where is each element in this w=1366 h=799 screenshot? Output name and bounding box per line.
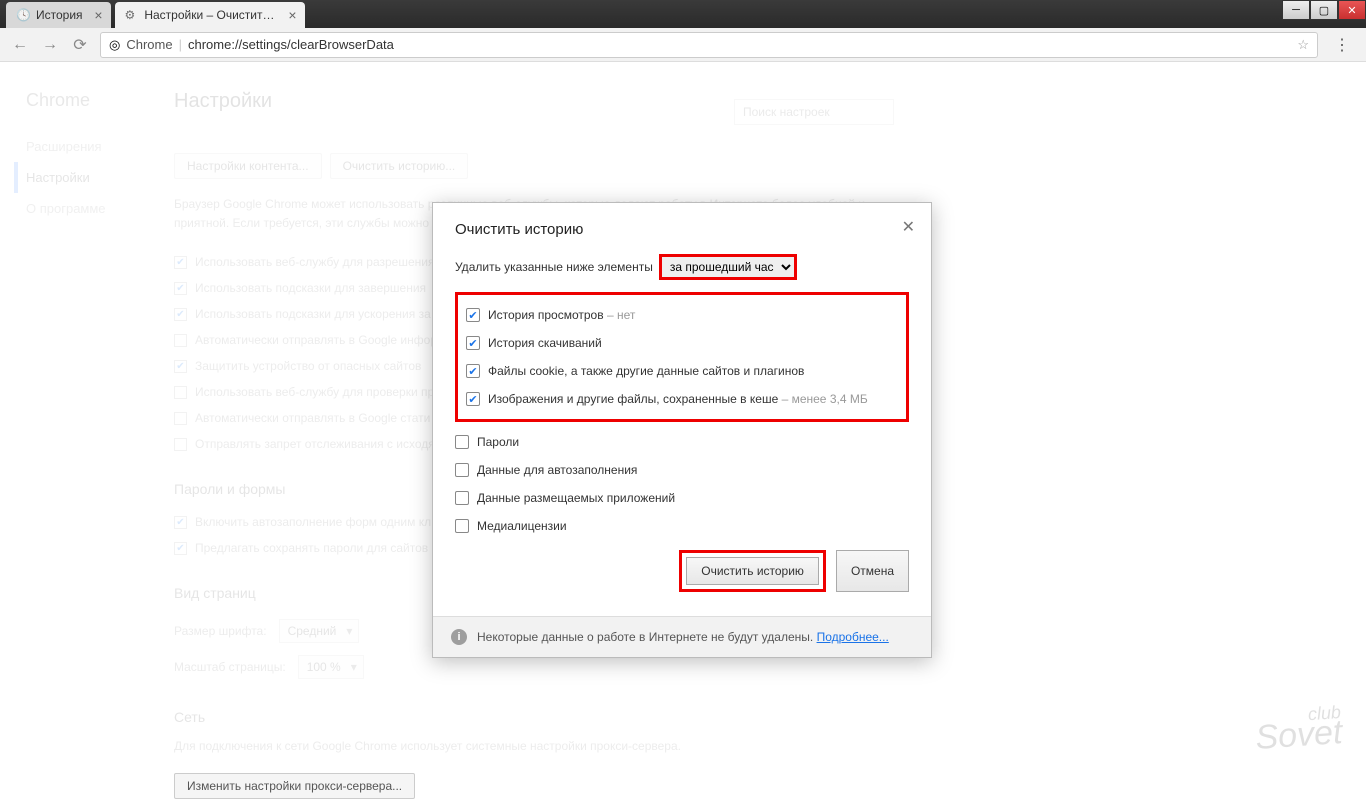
highlighted-checked-group: История просмотров – нет История скачиван… bbox=[455, 292, 909, 422]
tab-history[interactable]: 🕓 История × bbox=[6, 2, 111, 28]
close-tab-icon[interactable]: × bbox=[94, 7, 102, 23]
minimize-button[interactable]: ─ bbox=[1282, 0, 1310, 20]
close-window-button[interactable]: ✕ bbox=[1338, 0, 1366, 20]
checkbox-icon bbox=[466, 336, 480, 350]
clear-history-dialog: ✕ Очистить историю Удалить указанные ниж… bbox=[432, 202, 932, 658]
maximize-button[interactable]: ▢ bbox=[1310, 0, 1338, 20]
bookmark-star-icon[interactable]: ☆ bbox=[1297, 37, 1309, 53]
time-range-select[interactable]: за прошедший час bbox=[661, 256, 795, 278]
clear-data-checkbox-row[interactable]: История просмотров – нет bbox=[466, 301, 898, 329]
dialog-prompt: Удалить указанные ниже элементы bbox=[455, 260, 653, 274]
chrome-icon: ◎ bbox=[109, 37, 120, 53]
tab-title: Настройки – Очистить и bbox=[144, 8, 276, 22]
checkbox-icon bbox=[455, 463, 469, 477]
checkbox-icon bbox=[455, 435, 469, 449]
clear-data-checkbox-row[interactable]: Медиалицензии bbox=[455, 512, 909, 540]
footer-learn-more-link[interactable]: Подробнее... bbox=[817, 630, 889, 644]
dialog-title: Очистить историю bbox=[455, 221, 909, 238]
cancel-button[interactable]: Отмена bbox=[836, 550, 909, 592]
window-controls: ─ ▢ ✕ bbox=[1282, 0, 1366, 20]
clear-history-confirm-button[interactable]: Очистить историю bbox=[686, 557, 819, 585]
checkbox-label: Данные размещаемых приложений bbox=[477, 491, 675, 505]
clear-data-checkbox-row[interactable]: Данные для автозаполнения bbox=[455, 456, 909, 484]
clear-data-checkbox-row[interactable]: Данные размещаемых приложений bbox=[455, 484, 909, 512]
checkbox-icon bbox=[455, 519, 469, 533]
clear-data-checkbox-row[interactable]: История скачиваний bbox=[466, 329, 898, 357]
history-icon: 🕓 bbox=[16, 8, 30, 22]
checkbox-icon bbox=[466, 364, 480, 378]
checkbox-icon bbox=[455, 491, 469, 505]
address-url: chrome://settings/clearBrowserData bbox=[188, 37, 1291, 52]
highlighted-primary-action: Очистить историю bbox=[679, 550, 826, 592]
footer-text: Некоторые данные о работе в Интернете не… bbox=[477, 630, 813, 644]
back-button[interactable]: ← bbox=[10, 35, 30, 55]
close-tab-icon[interactable]: × bbox=[288, 7, 296, 23]
proxy-settings-button[interactable]: Изменить настройки прокси-сервера... bbox=[174, 773, 415, 799]
dialog-close-button[interactable]: ✕ bbox=[902, 217, 915, 237]
checkbox-note: – менее 3,4 МБ bbox=[782, 392, 868, 406]
browser-toolbar: ← → ⟳ ◎ Chrome | chrome://settings/clear… bbox=[0, 28, 1366, 62]
checkbox-label: Пароли bbox=[477, 435, 519, 449]
dialog-footer: i Некоторые данные о работе в Интернете … bbox=[433, 616, 931, 657]
checkbox-icon bbox=[466, 392, 480, 406]
reload-button[interactable]: ⟳ bbox=[70, 35, 90, 55]
tab-title: История bbox=[36, 8, 83, 22]
gear-icon: ⚙ bbox=[125, 8, 139, 22]
tab-settings[interactable]: ⚙ Настройки – Очистить и × bbox=[115, 2, 305, 28]
clear-data-checkbox-row[interactable]: Изображения и другие файлы, сохраненные … bbox=[466, 385, 898, 413]
address-bar[interactable]: ◎ Chrome | chrome://settings/clearBrowse… bbox=[100, 32, 1318, 58]
checkbox-label: История просмотров – нет bbox=[488, 308, 635, 322]
checkbox-label: История скачиваний bbox=[488, 336, 602, 350]
checkbox-label: Данные для автозаполнения bbox=[477, 463, 637, 477]
clear-data-checkbox-row[interactable]: Файлы cookie, а также другие данные сайт… bbox=[466, 357, 898, 385]
checkbox-icon bbox=[466, 308, 480, 322]
tab-strip: 🕓 История × ⚙ Настройки – Очистить и × bbox=[0, 0, 1366, 28]
forward-button[interactable]: → bbox=[40, 35, 60, 55]
checkbox-label: Файлы cookie, а также другие данные сайт… bbox=[488, 364, 804, 378]
clear-data-checkbox-row[interactable]: Пароли bbox=[455, 428, 909, 456]
browser-menu-button[interactable]: ⋮ bbox=[1328, 35, 1356, 55]
info-icon: i bbox=[451, 629, 467, 645]
checkbox-label: Медиалицензии bbox=[477, 519, 567, 533]
watermark: club Sovet bbox=[1254, 705, 1344, 753]
address-origin: Chrome bbox=[126, 37, 172, 52]
checkbox-label: Изображения и другие файлы, сохраненные … bbox=[488, 392, 868, 406]
checkbox-note: – нет bbox=[607, 308, 635, 322]
